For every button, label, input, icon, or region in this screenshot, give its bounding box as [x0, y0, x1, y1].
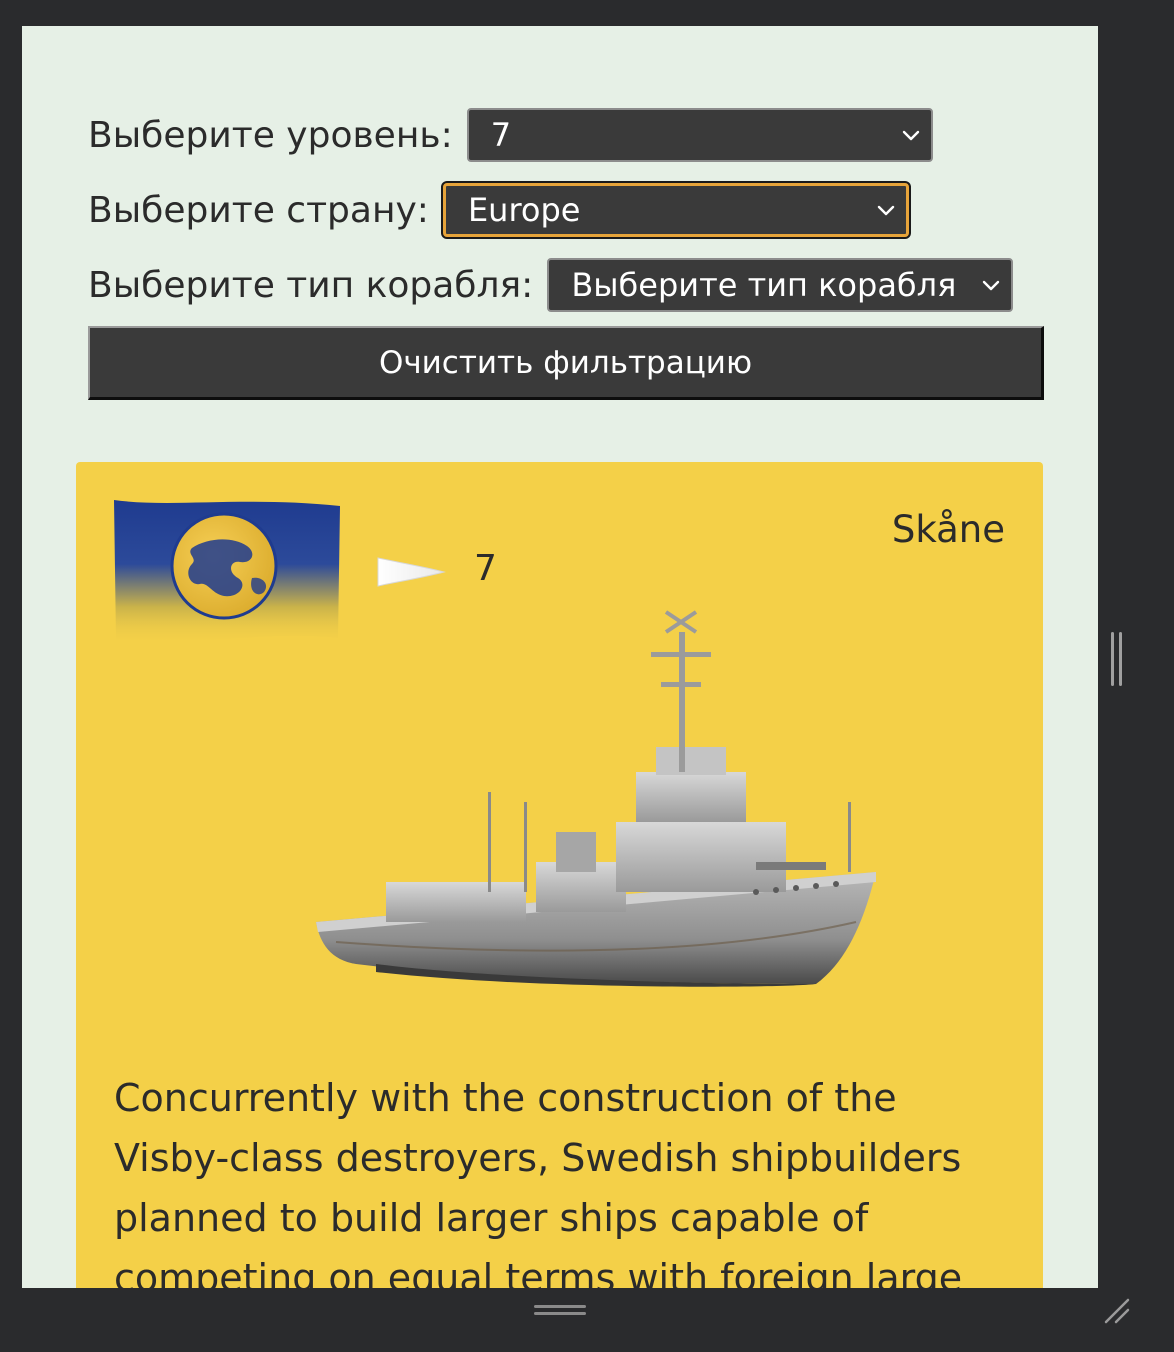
clear-filters-button[interactable]: Очистить фильтрацию	[88, 326, 1044, 400]
ship-type-select-value: Выберите тип корабля	[571, 266, 957, 304]
level-select-value: 7	[490, 116, 512, 154]
drag-handle-icon[interactable]	[534, 1304, 586, 1316]
chevron-down-icon	[902, 130, 919, 141]
country-filter-label: Выберите страну:	[88, 189, 429, 231]
tier-pennant-icon	[377, 557, 446, 587]
bottom-bar	[22, 1288, 1098, 1330]
level-filter-row: Выберите уровень: 7	[88, 106, 1048, 164]
level-filter-label: Выберите уровень:	[88, 114, 453, 156]
country-filter-row: Выберите страну: Europe	[88, 181, 1048, 239]
chevron-down-icon	[983, 280, 1000, 291]
tier-value: 7	[474, 548, 497, 589]
ship-type-filter-label: Выберите тип корабля:	[88, 264, 534, 306]
filter-panel: Выберите уровень: 7 Выберите страну: Eur…	[88, 106, 1048, 331]
ship-type-select[interactable]: Выберите тип корабля	[547, 258, 1014, 312]
resize-handle-icon[interactable]	[1102, 1296, 1132, 1326]
ship-image	[316, 610, 876, 987]
ship-type-filter-row: Выберите тип корабля: Выберите тип кораб…	[88, 256, 1048, 314]
ship-card[interactable]: 7 Skåne Concurrently with the constructi…	[76, 462, 1043, 1288]
country-select[interactable]: Europe	[442, 183, 909, 237]
ship-description: Concurrently with the construction of th…	[114, 1076, 963, 1288]
level-select[interactable]: 7	[466, 108, 933, 162]
country-select-value: Europe	[467, 191, 581, 229]
side-drag-handle-icon[interactable]	[1110, 632, 1124, 686]
ship-name: Skåne	[891, 508, 1005, 551]
chevron-down-icon	[877, 205, 895, 216]
content-frame: Выберите уровень: 7 Выберите страну: Eur…	[22, 26, 1098, 1288]
